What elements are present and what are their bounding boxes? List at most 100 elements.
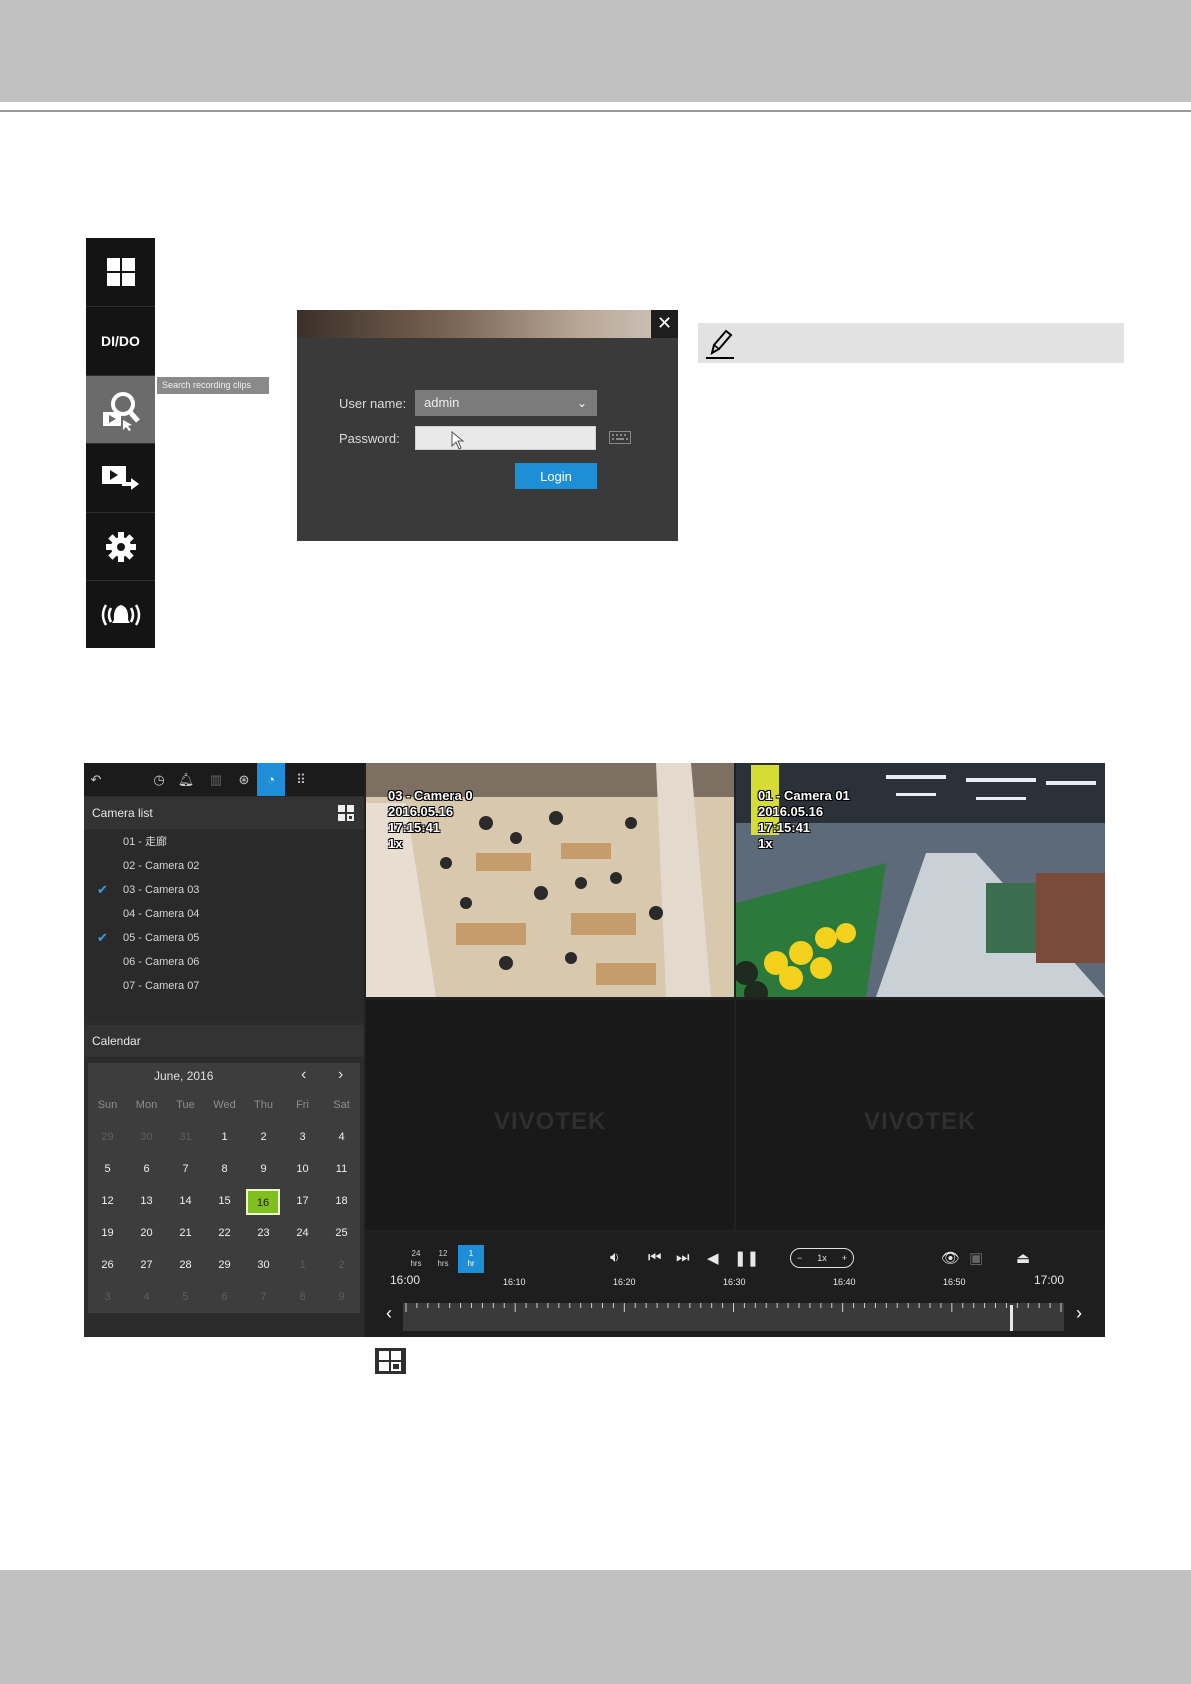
back-icon[interactable]: ↶ [86, 770, 106, 790]
calendar-day[interactable]: 30 [127, 1125, 166, 1149]
login-button[interactable]: Login [515, 463, 597, 489]
gear-icon [105, 532, 136, 562]
camera-item-02[interactable]: 02 - Camera 02 [84, 854, 364, 878]
search-recording-button[interactable] [86, 375, 155, 444]
close-icon[interactable]: ✕ [651, 310, 678, 338]
pause-icon[interactable]: ❚❚ [734, 1249, 759, 1267]
export-clip-icon[interactable]: ⏏︎ [1016, 1249, 1030, 1267]
calendar-day[interactable]: 3 [283, 1125, 322, 1149]
calendar-day[interactable]: 1 [205, 1125, 244, 1149]
calendar-day[interactable]: 6 [127, 1157, 166, 1181]
password-input[interactable] [415, 426, 596, 450]
calendar-day[interactable]: 6 [205, 1285, 244, 1309]
calendar-day[interactable]: 29 [88, 1125, 127, 1149]
calendar-day[interactable]: 3 [88, 1285, 127, 1309]
calendar-day[interactable]: 22 [205, 1221, 244, 1245]
next-month-icon[interactable]: › [338, 1066, 343, 1084]
login-dialog: ✕ User name: admin ⌄ Password: Login [297, 310, 678, 541]
calendar-day[interactable]: 4 [322, 1125, 361, 1149]
prev-month-icon[interactable]: ‹ [301, 1066, 306, 1084]
calendar-day[interactable]: 8 [283, 1285, 322, 1309]
calendar-day[interactable]: 29 [205, 1253, 244, 1277]
skip-next-icon[interactable]: ⏭︎ [676, 1249, 690, 1266]
calendar-day[interactable]: 11 [322, 1157, 361, 1181]
calendar-day[interactable]: 1 [283, 1253, 322, 1277]
calendar-day[interactable]: 9 [244, 1157, 283, 1181]
calendar-day[interactable]: 12 [88, 1189, 127, 1213]
person-search-icon[interactable]: ⊛ [234, 770, 254, 790]
calendar-day[interactable]: 2 [322, 1253, 361, 1277]
clock-icon[interactable]: ◷ [149, 770, 169, 790]
timeline-left-arrow-icon[interactable]: ‹ [386, 1303, 392, 1324]
video-tile-empty[interactable]: VIVOTEK [736, 1000, 1105, 1230]
calendar-day[interactable]: 19 [88, 1221, 127, 1245]
camera-item-07[interactable]: 07 - Camera 07 [84, 974, 364, 998]
apps-icon[interactable]: ⠿ [291, 770, 311, 790]
skip-previous-icon[interactable]: ⏮︎ [648, 1249, 662, 1266]
chevron-down-icon: ⌄ [576, 396, 587, 410]
camera-item-04[interactable]: 04 - Camera 04 [84, 902, 364, 926]
timeline-end-label: 17:00 [1034, 1273, 1065, 1287]
playback-controls: 24 hrs 12 hrs 1 hr 🔉︎ ⏮︎ ⏭︎ ◀ ❚❚ − 1x + 👁︎ … [366, 1233, 1105, 1337]
calendar-day[interactable]: 16 [246, 1189, 280, 1215]
calendar-day[interactable]: 17 [283, 1189, 322, 1213]
dido-button[interactable]: DI/DO [86, 306, 155, 375]
calendar-day[interactable]: 21 [166, 1221, 205, 1245]
range-12hrs-button[interactable]: 12 hrs [430, 1245, 456, 1273]
calendar-day[interactable]: 9 [322, 1285, 361, 1309]
snapshot-icon[interactable]: ▣ [969, 1249, 983, 1267]
export-button[interactable] [86, 443, 155, 512]
speed-plus-icon[interactable]: + [842, 1249, 847, 1267]
reverse-play-icon[interactable]: ◀ [707, 1249, 719, 1267]
camera-item-06[interactable]: 06 - Camera 06 [84, 950, 364, 974]
user-name-select[interactable]: admin ⌄ [415, 390, 597, 416]
timeline-right-arrow-icon[interactable]: › [1076, 1303, 1082, 1324]
calendar-day[interactable]: 26 [88, 1253, 127, 1277]
calendar-day[interactable]: 28 [166, 1253, 205, 1277]
camera-list-title: Camera list [92, 806, 153, 820]
alarm-button[interactable] [86, 580, 155, 649]
range-1hr-button[interactable]: 1 hr [458, 1245, 484, 1273]
calendar-day[interactable]: 31 [166, 1125, 205, 1149]
timeline-cursor[interactable] [1010, 1305, 1014, 1331]
video-tile-camera-03[interactable]: 03 - Camera 0 2016.05.16 17:15:41 1x [366, 763, 734, 997]
calendar-day[interactable]: 2 [244, 1125, 283, 1149]
calendar-day[interactable]: 5 [88, 1157, 127, 1181]
keyboard-icon[interactable] [609, 431, 631, 444]
calendar-day[interactable]: 27 [127, 1253, 166, 1277]
calendar-day[interactable]: 4 [127, 1285, 166, 1309]
calendar-day[interactable]: 13 [127, 1189, 166, 1213]
volume-icon[interactable]: 🔉︎ [610, 1249, 619, 1266]
speed-control[interactable]: − 1x + [790, 1248, 854, 1268]
layout-toggle-icon[interactable] [338, 805, 355, 822]
timeline-track[interactable] [403, 1303, 1064, 1331]
calendar-day[interactable]: 25 [322, 1221, 361, 1245]
playback-icon[interactable]: ◔ [257, 763, 285, 796]
calendar-day[interactable]: 14 [166, 1189, 205, 1213]
video-tile-camera-01[interactable]: 01 - Camera 01 2016.05.16 17:15:41 1x [736, 763, 1105, 997]
bell-icon[interactable]: 🔔︎ [176, 770, 196, 790]
calendar-day[interactable]: 24 [283, 1221, 322, 1245]
calendar-day[interactable]: 8 [205, 1157, 244, 1181]
calendar-day[interactable]: 23 [244, 1221, 283, 1245]
camera-item-01[interactable]: 01 - 走廊 [84, 830, 364, 854]
header-divider [0, 110, 1191, 112]
weekday-label: Wed [213, 1099, 236, 1111]
calendar-day[interactable]: 20 [127, 1221, 166, 1245]
settings-button[interactable] [86, 512, 155, 581]
calendar-day[interactable]: 15 [205, 1189, 244, 1213]
video-tile-empty[interactable]: VIVOTEK [366, 1000, 734, 1230]
calendar-day[interactable]: 18 [322, 1189, 361, 1213]
camera-item-05[interactable]: ✔ 05 - Camera 05 [84, 926, 364, 950]
chart-icon[interactable]: ▥ [206, 770, 226, 790]
range-24hrs-button[interactable]: 24 hrs [403, 1245, 429, 1273]
camera-item-03[interactable]: ✔ 03 - Camera 03 [84, 878, 364, 902]
speed-minus-icon[interactable]: − [797, 1249, 802, 1267]
calendar-day[interactable]: 7 [166, 1157, 205, 1181]
calendar-day[interactable]: 5 [166, 1285, 205, 1309]
calendar-day[interactable]: 10 [283, 1157, 322, 1181]
calendar-day[interactable]: 30 [244, 1253, 283, 1277]
calendar-day[interactable]: 7 [244, 1285, 283, 1309]
eye-icon[interactable]: 👁︎ [941, 1249, 960, 1267]
layout-button[interactable] [86, 238, 155, 306]
